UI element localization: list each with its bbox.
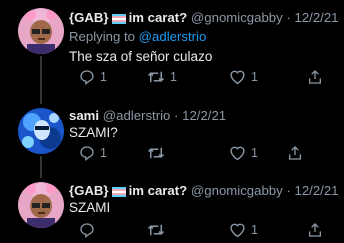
retweet-icon [147, 69, 165, 85]
reply-button[interactable] [79, 220, 100, 240]
tweet-text: SZAMI [69, 200, 111, 215]
display-name-suffix[interactable]: im carat? [129, 183, 188, 198]
separator: · [174, 108, 179, 123]
like-count: 1 [251, 223, 258, 237]
handle[interactable]: @gnomicgabby [191, 10, 283, 25]
display-name[interactable]: {GAB} [69, 183, 109, 198]
reply-button[interactable]: 1 [79, 143, 107, 163]
share-button[interactable] [307, 220, 323, 240]
heart-icon [229, 145, 246, 161]
handle[interactable]: @adlerstrio [103, 108, 171, 123]
display-name[interactable]: sami [69, 108, 99, 123]
share-button[interactable] [307, 67, 323, 87]
share-icon [287, 145, 303, 161]
retweet-button[interactable] [147, 143, 170, 163]
heart-icon [229, 222, 246, 238]
like-button[interactable]: 1 [229, 67, 258, 87]
reply-icon [79, 69, 95, 85]
separator: · [286, 10, 291, 25]
separator: · [286, 183, 291, 198]
reply-button[interactable]: 1 [79, 67, 107, 87]
timestamp[interactable]: 12/2/21 [182, 108, 226, 123]
replying-to-prefix: Replying to [69, 29, 135, 44]
like-button[interactable]: 1 [229, 220, 258, 240]
like-count: 1 [251, 70, 258, 84]
heart-icon [229, 69, 246, 85]
tweet-actions: 1 [0, 220, 344, 240]
like-button[interactable]: 1 [229, 143, 258, 163]
reply-count: 1 [100, 146, 107, 160]
transgender-flag-icon [111, 185, 126, 201]
reply-count: 1 [100, 70, 107, 84]
tweet-actions: 1 1 1 [0, 67, 344, 87]
tweet[interactable]: {GAB} im carat? @gnomicgabby · 12/2/21 Re… [0, 0, 344, 100]
like-count: 1 [251, 146, 258, 160]
tweet-actions: 1 1 [0, 143, 344, 163]
display-name[interactable]: {GAB} [69, 10, 109, 25]
timestamp[interactable]: 12/2/21 [294, 10, 338, 25]
share-icon [307, 222, 323, 238]
retweet-icon [147, 222, 165, 238]
replying-to: Replying to @adlerstrio [69, 29, 206, 45]
reply-icon [79, 145, 95, 161]
tweet-text: The sza of señor culazo [69, 49, 213, 64]
retweet-count: 1 [170, 70, 177, 84]
retweet-button[interactable] [147, 220, 170, 240]
tweet-header: sami @adlerstrio · 12/2/21 [69, 108, 226, 124]
handle[interactable]: @gnomicgabby [191, 183, 283, 198]
share-icon [307, 69, 323, 85]
share-button[interactable] [287, 143, 303, 163]
tweet[interactable]: sami @adlerstrio · 12/2/21 SZAMI? 1 1 [0, 100, 344, 180]
timestamp[interactable]: 12/2/21 [294, 183, 338, 198]
display-name-suffix[interactable]: im carat? [129, 10, 188, 25]
transgender-flag-icon [111, 12, 126, 28]
retweet-button[interactable]: 1 [147, 67, 177, 87]
avatar[interactable] [18, 8, 64, 54]
reply-icon [79, 222, 95, 238]
tweet-header: {GAB} im carat? @gnomicgabby · 12/2/21 [69, 10, 338, 28]
replying-to-link[interactable]: @adlerstrio [139, 29, 207, 44]
retweet-icon [147, 145, 165, 161]
tweet[interactable]: {GAB} im carat? @gnomicgabby · 12/2/21 SZ… [0, 180, 344, 243]
tweet-text: SZAMI? [69, 125, 118, 140]
